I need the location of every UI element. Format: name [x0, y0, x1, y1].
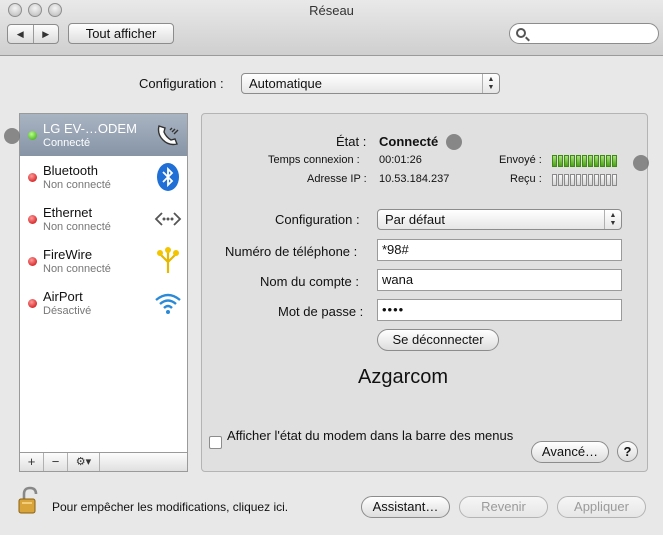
service-name: LG EV-…ODEM	[43, 121, 137, 136]
status-dot-disconnected	[28, 215, 37, 224]
provider-name: Azgarcom	[358, 366, 449, 388]
search-input[interactable]	[509, 23, 659, 44]
service-name: Ethernet	[43, 205, 93, 220]
service-name: FireWire	[43, 247, 93, 262]
status-dot-disconnected	[28, 173, 37, 182]
window-toolbar: Réseau ◀ ▶ Tout afficher	[0, 0, 663, 56]
service-status: Non connecté	[43, 221, 111, 233]
service-name: AirPort	[43, 289, 83, 304]
revert-button[interactable]: Revenir	[459, 496, 548, 518]
marker-dot	[446, 134, 462, 150]
connect-time-label: Temps connexion :	[268, 154, 360, 166]
phone-number-field[interactable]: *98#	[377, 239, 622, 261]
ip-address-value: 10.53.184.237	[379, 173, 450, 185]
connect-time-value: 00:01:26	[379, 154, 422, 166]
password-field[interactable]: ••••	[377, 299, 622, 321]
modem-phone-icon	[157, 125, 179, 146]
location-popup[interactable]: Automatique ▲ ▼	[241, 73, 500, 94]
assistant-button[interactable]: Assistant…	[361, 496, 450, 518]
show-all-button[interactable]: Tout afficher	[68, 23, 174, 44]
disconnect-button[interactable]: Se déconnecter	[377, 329, 499, 351]
sent-label: Envoyé :	[499, 154, 542, 166]
service-status: Désactivé	[43, 305, 92, 317]
popup-arrows-icon: ▲ ▼	[604, 210, 621, 229]
phone-number-label: Numéro de téléphone :	[225, 244, 358, 259]
firewire-icon	[157, 247, 179, 273]
service-name: Bluetooth	[43, 163, 98, 178]
apply-button[interactable]: Appliquer	[557, 496, 646, 518]
lock-message: Pour empêcher les modifications, cliquez…	[52, 500, 289, 514]
configuration-popup[interactable]: Par défaut ▲ ▼	[377, 209, 622, 230]
location-label: Configuration :	[139, 76, 224, 91]
show-modem-status-label: Afficher l'état du modem dans la barre d…	[227, 428, 514, 443]
gear-menu-button[interactable]: ⚙▾	[68, 453, 100, 471]
lock-icon[interactable]	[17, 486, 41, 516]
status-dot-disconnected	[28, 299, 37, 308]
search-icon	[516, 28, 526, 38]
password-label: Mot de passe :	[278, 304, 364, 319]
service-status: Connecté	[43, 137, 91, 149]
service-list-actions: + − ⚙▾	[19, 453, 188, 472]
status-dot-disconnected	[28, 257, 37, 266]
received-activity-meter	[552, 174, 617, 186]
location-value: Automatique	[249, 76, 322, 91]
account-name-field[interactable]: wana	[377, 269, 622, 291]
back-button[interactable]: ◀	[8, 25, 33, 43]
navigation-buttons: ◀ ▶	[7, 24, 59, 44]
state-value: Connecté	[379, 134, 439, 149]
forward-button[interactable]: ▶	[32, 25, 59, 43]
service-item-airport[interactable]: AirPort Désactivé	[20, 282, 187, 324]
add-service-button[interactable]: +	[20, 453, 44, 471]
advanced-button[interactable]: Avancé…	[531, 441, 609, 463]
service-list: LG EV-…ODEM Connecté Bluetooth Non conne…	[19, 113, 188, 453]
popup-arrows-icon: ▲ ▼	[482, 74, 499, 93]
state-label: État :	[336, 134, 367, 149]
service-status: Non connecté	[43, 179, 111, 191]
service-item-ethernet[interactable]: Ethernet Non connecté	[20, 198, 187, 240]
service-status: Non connecté	[43, 263, 111, 275]
service-item-bluetooth[interactable]: Bluetooth Non connecté	[20, 156, 187, 198]
help-button[interactable]: ?	[617, 441, 638, 462]
wifi-icon	[155, 293, 181, 314]
marker-dot	[4, 128, 20, 144]
ip-address-label: Adresse IP :	[307, 173, 367, 185]
marker-dot	[633, 155, 649, 171]
bluetooth-icon	[157, 163, 179, 191]
show-modem-status-checkbox[interactable]	[209, 436, 222, 449]
configuration-value: Par défaut	[385, 212, 445, 227]
ethernet-icon	[154, 212, 182, 226]
sent-activity-meter	[552, 155, 617, 167]
received-label: Reçu :	[510, 173, 542, 185]
service-item-firewire[interactable]: FireWire Non connecté	[20, 240, 187, 282]
service-item-modem[interactable]: LG EV-…ODEM Connecté	[20, 114, 187, 156]
window-title: Réseau	[309, 3, 354, 18]
status-dot-connected	[28, 131, 37, 140]
configuration-label: Configuration :	[275, 212, 360, 227]
remove-service-button[interactable]: −	[44, 453, 68, 471]
account-name-label: Nom du compte :	[260, 274, 359, 289]
